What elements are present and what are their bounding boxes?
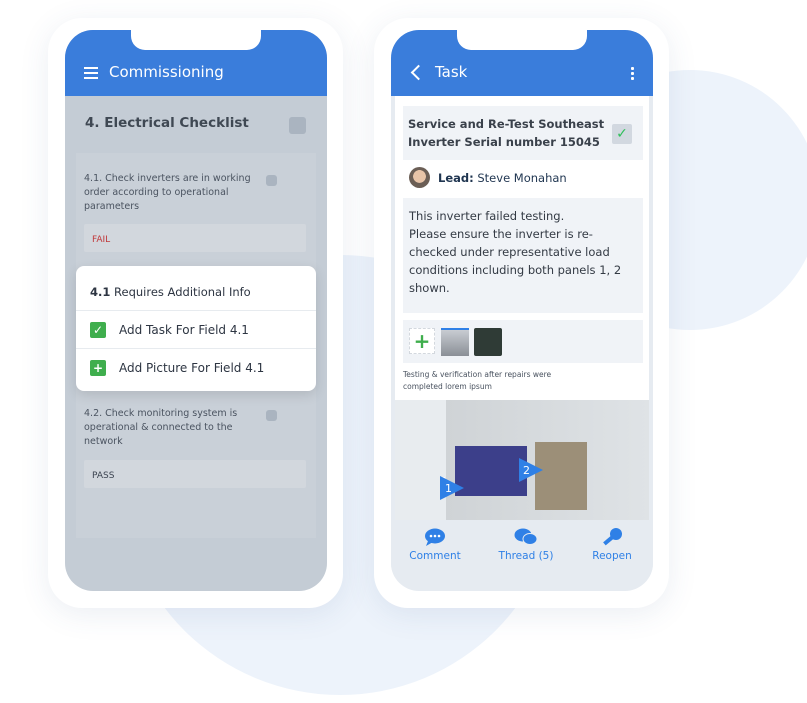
add-task-option[interactable]: ✓ Add Task For Field 4.1 [76, 310, 316, 348]
hamburger-icon[interactable] [84, 67, 98, 79]
notch [131, 30, 261, 50]
lead-label: Lead: [438, 171, 474, 185]
comment-button[interactable]: Comment [405, 528, 465, 562]
lead-line: Lead: Steve Monahan [438, 171, 567, 185]
item-checkbox[interactable] [266, 410, 277, 421]
header-title: Task [435, 63, 468, 81]
task-title: Service and Re-Test Southeast Inverter S… [408, 117, 605, 149]
item-checkbox[interactable] [266, 175, 277, 186]
svg-text:2: 2 [523, 464, 530, 477]
popup-title-text: Requires Additional Info [114, 285, 251, 299]
notch [457, 30, 587, 50]
popup-number: 4.1 [90, 285, 111, 299]
check-icon: ✓ [90, 322, 106, 338]
key-icon [603, 528, 622, 546]
inverter-photo[interactable]: 1 1 2 [395, 400, 649, 520]
avatar [409, 167, 430, 188]
attachments-box [403, 320, 643, 363]
lead-name: Steve Monahan [477, 171, 567, 185]
plus-icon: + [90, 360, 106, 376]
marker-2-arrow: 2 [519, 458, 543, 482]
option-label: Add Task For Field 4.1 [119, 323, 249, 337]
side-border [649, 96, 653, 591]
item-value-field[interactable]: FAIL [84, 224, 306, 252]
marker-1-arrow: 1 [440, 476, 464, 500]
section-title: 4. Electrical Checklist [85, 115, 249, 131]
thread-button[interactable]: Thread (5) [491, 528, 561, 562]
left-phone: Commissioning 4. Electrical Checklist 4.… [65, 30, 327, 591]
comment-icon [425, 528, 445, 546]
kebab-icon[interactable] [631, 66, 634, 81]
thread-icon [514, 528, 538, 545]
item-text: 4.1. Check inverters are in working orde… [84, 173, 251, 212]
section-checkbox[interactable] [289, 117, 306, 134]
task-complete-checkbox[interactable]: ✓ [612, 124, 632, 144]
reopen-label: Reopen [592, 550, 632, 562]
attachment-thumbnail[interactable] [441, 328, 469, 356]
additional-info-popup: 4.1 Requires Additional Info ✓ Add Task F… [76, 266, 316, 391]
attachment-caption: Testing & verification after repairs wer… [403, 370, 552, 391]
thread-label: Thread (5) [498, 550, 554, 562]
attachment-thumbnail[interactable] [474, 328, 502, 356]
chevron-left-icon[interactable] [410, 64, 427, 81]
item-text: 4.2. Check monitoring system is operatio… [84, 408, 238, 447]
add-picture-option[interactable]: + Add Picture For Field 4.1 [76, 348, 316, 386]
item-value-field[interactable]: PASS [84, 460, 306, 488]
popup-title: 4.1 Requires Additional Info [90, 285, 251, 299]
description: This inverter failed testing. Please ens… [409, 209, 622, 295]
svg-text:1: 1 [445, 482, 452, 495]
add-attachment-button[interactable]: + [409, 328, 435, 354]
comment-label: Comment [409, 550, 461, 562]
option-label: Add Picture For Field 4.1 [119, 361, 265, 375]
right-phone: Task Service and Re-Test Southeast Inver… [391, 30, 653, 591]
reopen-button[interactable]: Reopen [584, 527, 640, 562]
header-title: Commissioning [109, 63, 224, 81]
action-bar: Comment Thread (5) Reopen [391, 520, 653, 591]
